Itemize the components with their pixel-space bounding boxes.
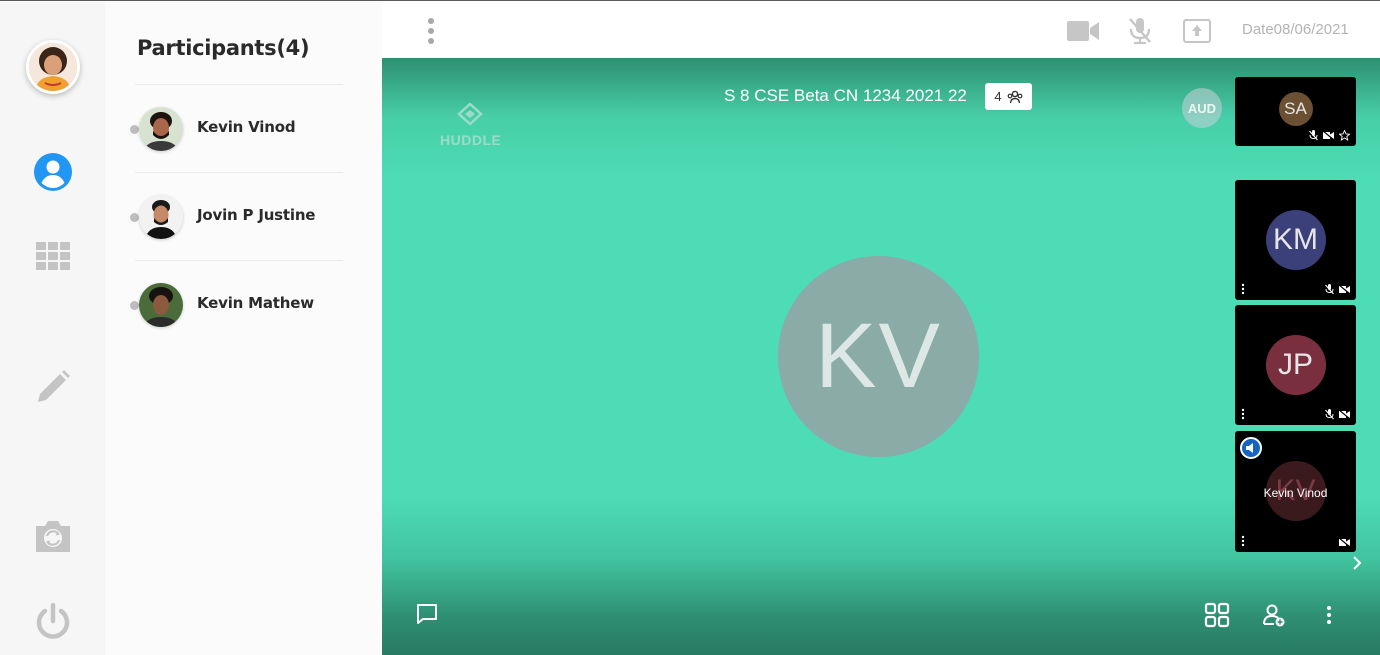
top-bar: Date08/06/2021 (382, 2, 1380, 58)
meeting-title: S 8 CSE Beta CN 1234 2021 22 (724, 86, 967, 105)
audience-badge[interactable]: AUD (1182, 88, 1222, 128)
pencil-icon[interactable] (0, 364, 105, 410)
user-icon[interactable] (0, 150, 105, 194)
video-stage: HUDDLE S 8 CSE Beta CN 1234 2021 22 4 AU… (382, 58, 1380, 655)
participant-avatar (139, 107, 183, 151)
add-participant-icon[interactable] (1260, 601, 1288, 629)
participant-tile[interactable]: SA (1235, 77, 1356, 146)
chat-icon[interactable] (415, 602, 439, 631)
tile-menu-icon[interactable] (1241, 534, 1245, 547)
tile-initials: SA (1278, 92, 1313, 126)
video-off-icon (1323, 131, 1334, 140)
main-speaker-avatar: KV (778, 256, 979, 457)
participant-count: 4 (994, 89, 1002, 104)
meeting-date: Date08/06/2021 (1242, 21, 1349, 38)
participant-name: Kevin Vinod (197, 118, 296, 136)
participant-name: Jovin P Justine (197, 206, 316, 224)
video-off-icon (1339, 410, 1350, 419)
screen-share-icon[interactable] (1180, 16, 1214, 46)
tile-initials: KM (1265, 210, 1326, 270)
participant-avatar (139, 195, 183, 239)
mic-off-icon (1309, 130, 1318, 141)
participant-row[interactable]: Kevin Mathew (130, 260, 343, 348)
tile-menu-icon[interactable] (1241, 282, 1245, 295)
speaker-icon (1240, 437, 1262, 464)
huddle-logo: HUDDLE (440, 102, 502, 148)
brand-name: HUDDLE (440, 132, 502, 148)
tile-menu-icon[interactable] (1241, 407, 1245, 420)
grid-view-icon[interactable] (0, 236, 105, 276)
tile-status-icons (1325, 284, 1350, 295)
tile-status-icons (1339, 538, 1350, 547)
participants-title: Participants(4) (137, 36, 310, 60)
tile-status-icons (1309, 130, 1350, 141)
self-avatar (25, 40, 80, 94)
participants-panel: Participants(4) Kevin Vinod Jovin P Just… (105, 2, 382, 655)
main-speaker-initials: KV (815, 305, 942, 407)
tile-status-icons (1325, 409, 1350, 420)
more-options-icon[interactable] (1315, 601, 1343, 629)
tile-participant-name: Kevin Vinod (1263, 486, 1328, 500)
participant-name: Kevin Mathew (197, 294, 314, 312)
left-icon-rail (0, 2, 105, 655)
huddle-app: Participants(4) Kevin Vinod Jovin P Just… (0, 0, 1380, 655)
power-icon[interactable] (0, 598, 105, 644)
participant-row[interactable]: Jovin P Justine (130, 172, 343, 260)
chevron-right-icon[interactable] (1352, 556, 1362, 575)
profile-avatar-button[interactable] (0, 39, 105, 95)
status-dot (130, 301, 139, 310)
video-camera-icon[interactable] (1066, 16, 1100, 46)
layout-grid-icon[interactable] (1203, 601, 1231, 629)
participant-row[interactable]: Kevin Vinod (130, 84, 343, 172)
star-icon[interactable] (1339, 130, 1350, 141)
status-dot (130, 125, 139, 134)
kebab-menu-icon[interactable] (422, 16, 440, 46)
participant-tile[interactable]: KM (1235, 180, 1356, 300)
status-dot (130, 213, 139, 222)
mic-off-icon (1325, 409, 1334, 420)
video-off-icon (1339, 538, 1350, 547)
participant-tile[interactable]: JP (1235, 305, 1356, 425)
mic-off-icon[interactable] (1123, 16, 1157, 46)
participant-tile[interactable]: KV Kevin Vinod (1235, 431, 1356, 552)
participant-count-badge[interactable]: 4 (985, 83, 1032, 110)
mic-off-icon (1325, 284, 1334, 295)
group-icon (1007, 90, 1023, 103)
video-off-icon (1339, 285, 1350, 294)
participant-avatar (139, 283, 183, 327)
tile-initials: JP (1265, 335, 1326, 395)
camera-switch-icon[interactable] (0, 514, 105, 558)
